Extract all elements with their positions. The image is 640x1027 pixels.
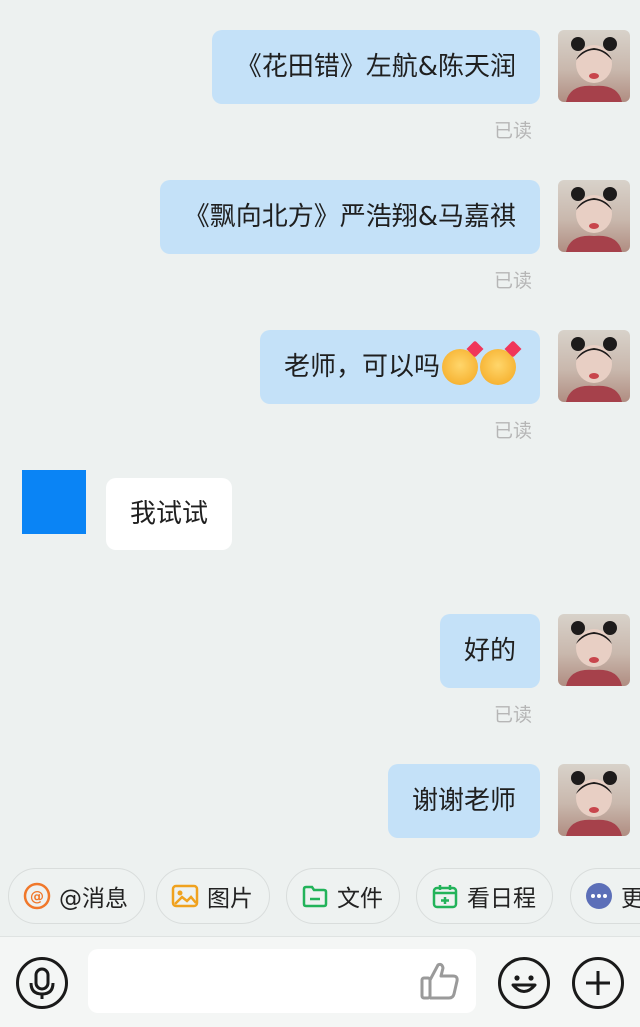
read-status: 已读 [493,270,532,292]
message-row: 《飘向北方》严浩翔&马嘉祺 已读 [0,180,640,292]
mention-button[interactable]: @ @消息 [8,868,145,924]
blushing-face-emoji-icon [480,349,516,385]
message-text: 《花田错》左航&陈天润 [235,52,516,82]
user-avatar[interactable] [558,180,630,252]
at-icon: @ [23,882,51,910]
contact-avatar[interactable] [22,470,86,534]
svg-text:@: @ [30,889,44,905]
calendar-button[interactable]: 看日程 [416,868,553,924]
message-bubble[interactable]: 《飘向北方》严浩翔&马嘉祺 [159,180,540,254]
voice-button[interactable] [16,957,68,1009]
chip-label: 图片 [207,886,253,912]
user-avatar[interactable] [558,614,630,686]
more-button[interactable]: 更 [570,868,640,924]
user-avatar[interactable] [558,30,630,102]
read-status: 已读 [493,120,532,142]
avatar-portrait-icon [566,621,622,686]
microphone-icon [29,967,55,999]
chip-label: 文件 [337,886,383,912]
add-button[interactable] [572,957,624,1009]
user-avatar[interactable] [558,764,630,836]
message-text: 《飘向北方》严浩翔&马嘉祺 [183,202,516,232]
image-button[interactable]: 图片 [156,868,270,924]
blushing-face-emoji-icon [442,349,478,385]
read-status: 已读 [494,850,532,854]
plus-icon [586,971,610,995]
read-status: 已读 [493,704,532,726]
message-text: 老师，可以吗 [283,352,440,382]
emoji-button[interactable] [498,957,550,1009]
message-row: 我试试 [0,470,640,554]
chip-label: @消息 [59,886,128,912]
user-avatar[interactable] [558,330,630,402]
more-icon [586,883,612,909]
folder-icon [302,885,328,908]
message-bubble[interactable]: 谢谢老师 [387,764,540,838]
calendar-icon [432,885,458,909]
avatar-portrait-icon [566,37,622,102]
message-row: 好的 已读 [0,614,640,726]
message-text: 我试试 [130,499,209,529]
file-button[interactable]: 文件 [286,868,400,924]
avatar-portrait-icon [566,771,622,836]
avatar-portrait-icon [566,187,622,252]
image-icon [171,884,199,908]
smile-icon [511,975,537,993]
message-bubble[interactable]: 好的 [439,614,540,688]
chip-label: 更 [621,886,640,912]
message-text: 好的 [463,636,516,666]
avatar-portrait-icon [566,337,622,402]
message-row: 谢谢老师 已读 [0,764,640,854]
message-bubble[interactable]: 老师，可以吗 [259,330,540,404]
thumbs-up-icon[interactable] [418,959,462,1003]
message-row: 《花田错》左航&陈天润 已读 [0,30,640,142]
message-row: 老师，可以吗 已读 [0,330,640,442]
chip-label: 看日程 [467,886,536,912]
chat-message-list[interactable]: 《花田错》左航&陈天润 已读 《飘向北方》严浩翔&马嘉祺 已读 老师，可以吗 已… [0,0,640,854]
message-text: 谢谢老师 [411,786,516,816]
message-bubble[interactable]: 《花田错》左航&陈天润 [211,30,540,104]
message-bubble[interactable]: 我试试 [106,478,233,550]
input-bar [0,936,640,1027]
quick-action-bar: @ @消息 图片 文件 看日程 更 [0,862,640,932]
read-status: 已读 [493,420,532,442]
